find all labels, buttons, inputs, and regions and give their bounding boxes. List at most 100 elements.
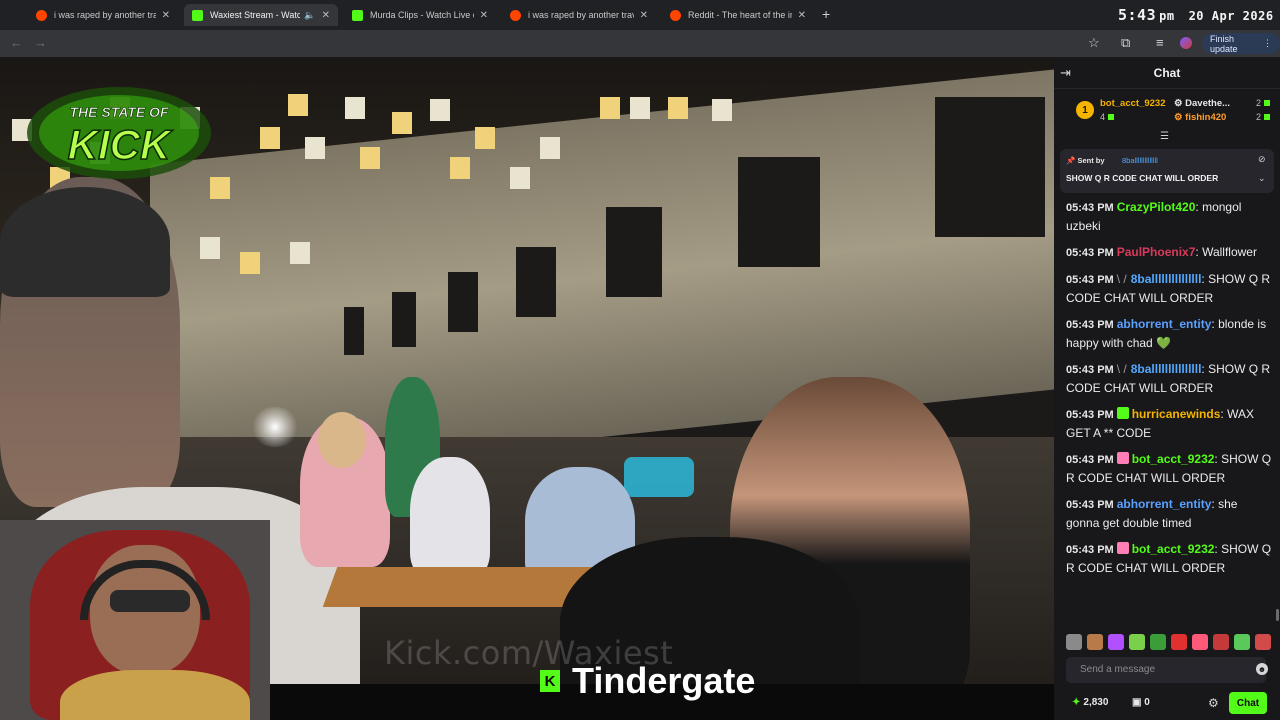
gifter-count: 2 bbox=[1256, 112, 1271, 122]
message-username[interactable]: 8balllllllllllllll bbox=[1131, 272, 1202, 286]
bunting-flag bbox=[200, 237, 220, 259]
emote-bar bbox=[1066, 634, 1276, 652]
chat-scrollbar[interactable] bbox=[1276, 609, 1279, 621]
street-light bbox=[250, 407, 300, 447]
points-value: 2,830 bbox=[1083, 697, 1109, 708]
pinned-sent-by: 📌 Sent by bbox=[1066, 156, 1105, 165]
profile-avatar[interactable] bbox=[1180, 37, 1192, 49]
message-text: Wallflower bbox=[1202, 245, 1257, 259]
emoji-picker-icon[interactable]: ☻ bbox=[1256, 663, 1268, 675]
message-time: 05:43 PM bbox=[1066, 364, 1114, 376]
bunting-flag bbox=[305, 137, 325, 159]
tab-title: Murda Clips - Watch Live on Kick bbox=[370, 10, 474, 20]
kick-coin-icon bbox=[1264, 100, 1271, 106]
browser-tab[interactable]: i was raped by another traveler ✕ bbox=[502, 4, 656, 26]
video-window bbox=[448, 272, 478, 332]
video-window bbox=[344, 307, 364, 355]
video-window bbox=[392, 292, 416, 347]
browser-tab[interactable]: i was raped by another traveler ✕ bbox=[28, 4, 178, 26]
close-tab-icon[interactable]: ✕ bbox=[162, 10, 170, 21]
video-table bbox=[322, 567, 598, 607]
browser-tab[interactable]: Reddit - The heart of the internet ✕ bbox=[662, 4, 814, 26]
forward-arrow-icon[interactable]: → bbox=[34, 35, 47, 50]
unpin-icon[interactable]: ⊘ bbox=[1258, 154, 1266, 165]
message-username[interactable]: hurricanewinds bbox=[1132, 407, 1221, 421]
chat-message: 05:43 PM bot_acct_9232: SHOW Q R CODE CHA… bbox=[1066, 450, 1272, 487]
emote-icon[interactable] bbox=[1129, 634, 1145, 650]
message-username[interactable]: PaulPhoenix7 bbox=[1117, 245, 1196, 259]
bunting-flag bbox=[288, 94, 308, 116]
back-arrow-icon[interactable]: ← bbox=[10, 35, 23, 50]
reddit-icon bbox=[510, 9, 521, 21]
gear-icon[interactable]: ⚙ bbox=[1208, 696, 1219, 710]
extensions-icon[interactable]: ⧉ bbox=[1121, 35, 1130, 51]
gifter-count-value: 2 bbox=[1256, 112, 1262, 122]
speaker-icon[interactable]: 🔈 bbox=[304, 10, 315, 21]
pinned-text: SHOW Q R CODE CHAT WILL ORDER bbox=[1066, 173, 1219, 183]
emote-icon[interactable] bbox=[1171, 634, 1187, 650]
chevron-down-icon[interactable]: ⌄ bbox=[1258, 173, 1266, 184]
media-control-icon[interactable]: ≡ bbox=[1156, 35, 1164, 50]
pinned-expand-icon[interactable]: ☰ bbox=[1160, 131, 1169, 142]
send-message-input[interactable]: Send a message ☻ bbox=[1066, 657, 1268, 683]
emote-icon[interactable] bbox=[1255, 634, 1271, 650]
close-tab-icon[interactable]: ✕ bbox=[322, 10, 330, 21]
close-tab-icon[interactable]: ✕ bbox=[480, 10, 488, 21]
gifter-name[interactable]: ⚙ Davethe... bbox=[1174, 98, 1230, 109]
bunting-flag bbox=[360, 147, 380, 169]
pinned-user[interactable]: 8ballllllllllllll bbox=[1122, 156, 1158, 165]
bunting-flag bbox=[345, 97, 365, 119]
gifter-rank-badge: 1 bbox=[1076, 101, 1094, 119]
clock-time: 5:43 bbox=[1118, 6, 1157, 24]
message-username[interactable]: bot_acct_9232 bbox=[1132, 452, 1215, 466]
streamer-cap bbox=[0, 187, 170, 297]
gifter-name[interactable]: bot_acct_9232 bbox=[1100, 98, 1165, 109]
browser-tab-active[interactable]: Waxiest Stream - Watch Live 🔈 ✕ bbox=[184, 4, 338, 26]
kebab-menu-icon: ⋮ bbox=[1263, 38, 1272, 48]
new-tab-button[interactable]: + bbox=[822, 6, 830, 22]
neon-light bbox=[624, 457, 694, 497]
state-of-kick-logo: THE STATE OF KICK bbox=[27, 87, 211, 179]
chat-send-button[interactable]: Chat bbox=[1229, 692, 1267, 714]
emote-icon[interactable] bbox=[1234, 634, 1250, 650]
user-prefix-badge: \ / bbox=[1116, 362, 1127, 376]
emote-icon[interactable] bbox=[1108, 634, 1124, 650]
gifter-name-text: fishin420 bbox=[1185, 112, 1227, 123]
message-username[interactable]: 8balllllllllllllll bbox=[1131, 362, 1202, 376]
tab-title: Reddit - The heart of the internet bbox=[688, 10, 792, 20]
message-username[interactable]: CrazyPilot420 bbox=[1117, 200, 1196, 214]
gifter-count: 4 bbox=[1100, 112, 1115, 122]
gift-count[interactable]: ▣ 0 bbox=[1132, 697, 1150, 708]
bunting-flag bbox=[392, 112, 412, 134]
pinned-message[interactable]: 📌 Sent by 8ballllllllllllll ⊘ SHOW Q R C… bbox=[1060, 149, 1274, 193]
emote-icon[interactable] bbox=[1150, 634, 1166, 650]
close-tab-icon[interactable]: ✕ bbox=[640, 10, 648, 21]
clock-ampm: pm bbox=[1159, 9, 1175, 23]
emote-icon[interactable] bbox=[1192, 634, 1208, 650]
bunting-flag bbox=[510, 167, 530, 189]
tab-title: i was raped by another traveler bbox=[528, 10, 634, 20]
gifter-name-text: Davethe... bbox=[1185, 98, 1231, 109]
chat-message: 05:43 PM CrazyPilot420: mongol uzbeki bbox=[1066, 198, 1272, 235]
finish-update-button[interactable]: Finish update ⋮ bbox=[1202, 33, 1280, 54]
emote-icon[interactable] bbox=[1066, 634, 1082, 650]
chat-panel: ⇥ Chat 1 bot_acct_9232 4 ⚙ Davethe... 2 … bbox=[1054, 57, 1280, 720]
browser-tab-strip: i was raped by another traveler ✕ Waxies… bbox=[0, 0, 1280, 30]
message-username[interactable]: abhorrent_entity bbox=[1117, 497, 1212, 511]
sunglasses bbox=[110, 590, 190, 612]
message-username[interactable]: bot_acct_9232 bbox=[1132, 542, 1215, 556]
caption-text: Tindergate bbox=[572, 660, 756, 701]
message-time: 05:43 PM bbox=[1066, 544, 1114, 556]
emote-icon[interactable] bbox=[1087, 634, 1103, 650]
channel-points[interactable]: ✦ 2,830 bbox=[1072, 697, 1108, 708]
top-gifters: 1 bot_acct_9232 4 ⚙ Davethe... 2 ⚙ fishi… bbox=[1054, 90, 1280, 132]
gifter-name[interactable]: ⚙ fishin420 bbox=[1174, 112, 1226, 123]
emote-icon[interactable] bbox=[1213, 634, 1229, 650]
browser-tab[interactable]: Murda Clips - Watch Live on Kick ✕ bbox=[344, 4, 496, 26]
close-tab-icon[interactable]: ✕ bbox=[798, 10, 806, 21]
message-username[interactable]: abhorrent_entity bbox=[1117, 317, 1212, 331]
webcam-overlay bbox=[0, 520, 270, 720]
gifter-count-value: 4 bbox=[1100, 112, 1106, 122]
bookmark-star-icon[interactable]: ☆ bbox=[1088, 35, 1100, 51]
points-icon: ✦ bbox=[1072, 697, 1081, 708]
